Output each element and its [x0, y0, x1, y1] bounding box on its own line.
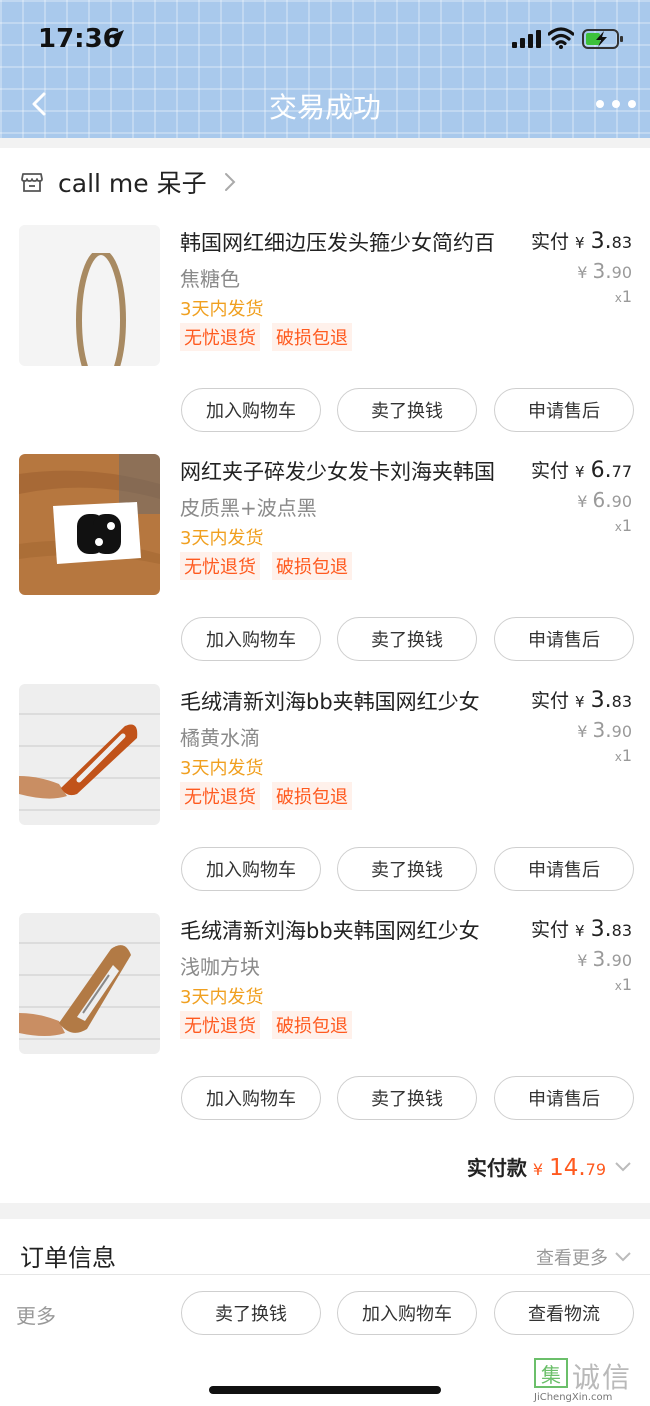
- shipping-note: 3天内发货: [180, 987, 264, 1008]
- product-thumbnail[interactable]: [19, 913, 160, 1054]
- headband-thumbnail: [19, 225, 160, 366]
- product-variant: 橘黄水滴: [180, 726, 260, 750]
- total-label: 实付款: [466, 1156, 527, 1180]
- after-sale-button[interactable]: 申请售后: [494, 1076, 634, 1120]
- order-item: 网红夹子碎发少女发卡刘海夹韩国 皮质黑+波点黑 3天内发货 无忧退货 破损包退 …: [0, 454, 650, 683]
- add-to-cart-button[interactable]: 加入购物车: [181, 1076, 321, 1120]
- add-to-cart-button[interactable]: 加入购物车: [181, 388, 321, 432]
- paid-price: 实付 ¥ 3.83: [531, 688, 632, 713]
- product-variant: 浅咖方块: [180, 955, 260, 979]
- view-logistics-button[interactable]: 查看物流: [494, 1291, 634, 1335]
- paid-price: 实付 ¥ 3.83: [531, 917, 632, 942]
- add-to-cart-button[interactable]: 加入购物车: [181, 847, 321, 891]
- view-more-button[interactable]: 查看更多: [536, 1244, 632, 1270]
- return-tag: 无忧退货: [180, 552, 260, 580]
- plush-clip-orange-thumbnail: [19, 684, 160, 825]
- add-to-cart-button[interactable]: 加入购物车: [181, 617, 321, 661]
- location-arrow-icon: [110, 30, 124, 44]
- product-title[interactable]: 毛绒清新刘海bb夹韩国网红少女: [180, 686, 525, 716]
- product-thumbnail[interactable]: [19, 454, 160, 595]
- battery-charging-icon: [582, 29, 623, 49]
- order-item: 韩国网红细边压发头箍少女简约百 焦糖色 3天内发货 无忧退货 破损包退 实付 ¥ …: [0, 225, 650, 454]
- chevron-down-icon: [615, 1161, 631, 1171]
- damage-tag: 破损包退: [272, 1011, 352, 1039]
- more-dot-icon: [612, 100, 620, 108]
- order-item: 毛绒清新刘海bb夹韩国网红少女 浅咖方块 3天内发货 无忧退货 破损包退 实付 ¥…: [0, 913, 650, 1142]
- shop-link[interactable]: call me 呆子: [20, 162, 237, 202]
- section-divider: [0, 138, 650, 148]
- order-info-title: 订单信息: [20, 1244, 116, 1272]
- quantity: x1: [614, 287, 632, 306]
- order-item: 毛绒清新刘海bb夹韩国网红少女 橘黄水滴 3天内发货 无忧退货 破损包退 实付 ¥…: [0, 684, 650, 913]
- resell-button[interactable]: 卖了换钱: [181, 1291, 321, 1335]
- return-tag: 无忧退货: [180, 782, 260, 810]
- quantity: x1: [614, 516, 632, 535]
- resell-button[interactable]: 卖了换钱: [337, 388, 477, 432]
- resell-button[interactable]: 卖了换钱: [337, 617, 477, 661]
- return-tag: 无忧退货: [180, 1011, 260, 1039]
- paid-price: 实付 ¥ 6.77: [531, 458, 632, 483]
- original-price: ¥ 3.90: [577, 259, 632, 283]
- original-price: ¥ 3.90: [577, 947, 632, 971]
- section-divider: [0, 1203, 650, 1219]
- divider: [0, 1274, 650, 1275]
- after-sale-button[interactable]: 申请售后: [494, 617, 634, 661]
- damage-tag: 破损包退: [272, 782, 352, 810]
- wifi-icon: [548, 27, 574, 49]
- home-indicator[interactable]: [209, 1386, 441, 1394]
- cellular-signal-icon: [512, 30, 541, 48]
- product-title[interactable]: 毛绒清新刘海bb夹韩国网红少女: [180, 915, 525, 945]
- shipping-note: 3天内发货: [180, 528, 264, 549]
- resell-button[interactable]: 卖了换钱: [337, 847, 477, 891]
- add-to-cart-button[interactable]: 加入购物车: [337, 1291, 477, 1335]
- product-title[interactable]: 韩国网红细边压发头箍少女简约百: [180, 227, 525, 257]
- quantity: x1: [614, 746, 632, 765]
- more-dot-icon: [596, 100, 604, 108]
- original-price: ¥ 6.90: [577, 488, 632, 512]
- shipping-note: 3天内发货: [180, 299, 264, 320]
- product-title[interactable]: 网红夹子碎发少女发卡刘海夹韩国: [180, 456, 525, 486]
- shipping-note: 3天内发货: [180, 758, 264, 779]
- more-options-button[interactable]: [596, 92, 636, 116]
- damage-tag: 破损包退: [272, 552, 352, 580]
- product-variant: 焦糖色: [180, 267, 240, 291]
- chevron-down-icon: [615, 1252, 631, 1262]
- product-thumbnail[interactable]: [19, 225, 160, 366]
- plush-clip-brown-thumbnail: [19, 913, 160, 1054]
- paid-price: 实付 ¥ 3.83: [531, 229, 632, 254]
- more-dot-icon: [628, 100, 636, 108]
- return-tag: 无忧退货: [180, 323, 260, 351]
- chevron-right-icon: [224, 173, 236, 191]
- page-title: 交易成功: [268, 91, 381, 124]
- watermark-logo: 集 诚信 JiChengXin.com: [534, 1356, 646, 1406]
- product-variant: 皮质黑+波点黑: [180, 496, 317, 520]
- header: 17:36 交易成功: [0, 0, 650, 138]
- product-thumbnail[interactable]: [19, 684, 160, 825]
- hair-clip-black-thumbnail: [19, 454, 160, 595]
- resell-button[interactable]: 卖了换钱: [337, 1076, 477, 1120]
- damage-tag: 破损包退: [272, 323, 352, 351]
- after-sale-button[interactable]: 申请售后: [494, 388, 634, 432]
- store-icon: [21, 173, 43, 192]
- quantity: x1: [614, 975, 632, 994]
- more-menu-button[interactable]: 更多: [16, 1300, 56, 1329]
- total-paid[interactable]: 实付款 ¥ 14. 79: [467, 1152, 632, 1181]
- after-sale-button[interactable]: 申请售后: [494, 847, 634, 891]
- shop-name: call me 呆子: [58, 169, 207, 198]
- original-price: ¥ 3.90: [577, 718, 632, 742]
